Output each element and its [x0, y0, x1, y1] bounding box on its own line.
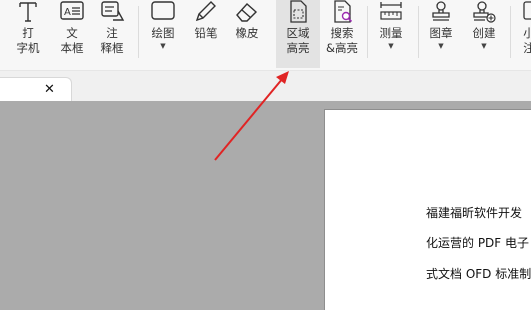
document-text-line: 式文档 OFD 标准制 — [426, 267, 531, 281]
toolbar-separator — [510, 6, 511, 58]
document-text-line: 化运营的 PDF 电子 — [426, 236, 530, 250]
stamp-button[interactable]: 图章 ▼ — [423, 0, 459, 68]
note-label: 小 注 — [523, 26, 531, 55]
chevron-down-icon[interactable]: ▼ — [160, 42, 165, 50]
drawing-button[interactable]: 绘图 ▼ — [145, 0, 181, 68]
toolbar-separator — [418, 6, 419, 58]
search-highlight-button[interactable]: 搜索 &高亮 — [322, 0, 362, 68]
typewriter-icon — [15, 0, 41, 26]
textbox-label: 文 本框 — [60, 26, 84, 55]
measure-label: 测量 — [379, 26, 403, 40]
note-button[interactable]: 小 注 — [515, 0, 531, 68]
toolbar-ribbon: 打 字机 A 文 本框 注 释框 绘图 ▼ 铅笔 橡皮 区域 高亮 搜索 &高亮… — [0, 0, 531, 71]
pencil-label: 铅笔 — [194, 26, 218, 40]
ruler-icon — [378, 0, 404, 26]
eraser-button[interactable]: 橡皮 — [229, 0, 265, 68]
typewriter-button[interactable]: 打 字机 — [9, 0, 47, 68]
create-stamp-icon — [471, 0, 497, 26]
close-icon[interactable]: ✕ — [44, 82, 55, 98]
eraser-icon — [234, 0, 260, 26]
pencil-button[interactable]: 铅笔 — [188, 0, 224, 68]
callout-label: 注 释框 — [100, 26, 124, 55]
search-highlight-icon — [329, 0, 355, 26]
toolbar-separator — [138, 6, 139, 58]
rectangle-icon — [150, 0, 176, 26]
document-tab-bar: ✕ — [0, 71, 531, 102]
callout-button[interactable]: 注 释框 — [93, 0, 131, 68]
stamp-icon — [428, 0, 454, 26]
create-label: 创建 — [472, 26, 496, 40]
svg-text:A: A — [64, 7, 71, 18]
typewriter-label: 打 字机 — [16, 26, 40, 55]
document-tab[interactable]: ✕ — [0, 77, 72, 102]
note-icon — [518, 0, 531, 26]
textbox-button[interactable]: A 文 本框 — [53, 0, 91, 68]
stamp-label: 图章 — [429, 26, 453, 40]
search-highlight-label: 搜索 &高亮 — [326, 26, 358, 55]
area-highlight-button[interactable]: 区域 高亮 — [276, 0, 320, 68]
area-highlight-icon — [285, 0, 311, 26]
eraser-label: 橡皮 — [235, 26, 259, 40]
chevron-down-icon[interactable]: ▼ — [388, 42, 393, 50]
chevron-down-icon[interactable]: ▼ — [481, 42, 486, 50]
measure-button[interactable]: 测量 ▼ — [372, 0, 410, 68]
textbox-icon: A — [59, 0, 85, 26]
callout-icon — [99, 0, 125, 26]
pencil-icon — [193, 0, 219, 26]
drawing-label: 绘图 — [151, 26, 175, 40]
area-highlight-label: 区域 高亮 — [286, 26, 310, 55]
toolbar-separator — [367, 6, 368, 58]
chevron-down-icon[interactable]: ▼ — [438, 42, 443, 50]
create-button[interactable]: 创建 ▼ — [466, 0, 502, 68]
document-text-line: 福建福昕软件开发 — [426, 206, 523, 220]
